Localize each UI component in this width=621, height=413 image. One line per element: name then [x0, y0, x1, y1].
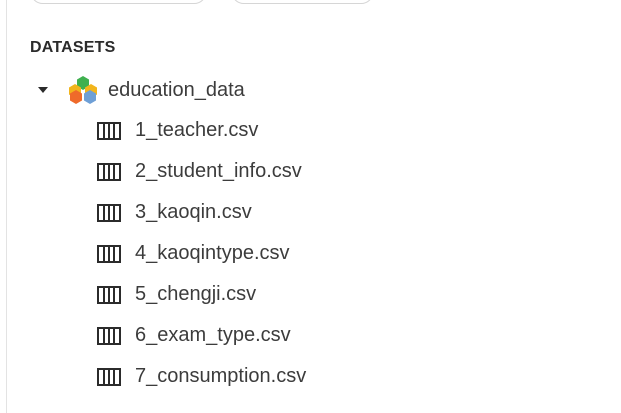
top-tab-pill[interactable] — [231, 0, 374, 4]
file-label: 7_consumption.csv — [135, 365, 307, 387]
file-label: 3_kaoqin.csv — [135, 201, 252, 223]
table-icon — [97, 244, 121, 263]
dataset-name: education_data — [108, 78, 245, 101]
file-item-3[interactable]: 3_kaoqin.csv — [97, 192, 306, 233]
table-icon — [97, 285, 121, 304]
file-list: 1_teacher.csv 2_student_info.csv 3_kaoqi… — [97, 110, 306, 397]
table-icon — [97, 203, 121, 222]
top-tab-pill[interactable] — [30, 0, 207, 4]
file-item-1[interactable]: 1_teacher.csv — [97, 110, 306, 151]
file-item-6[interactable]: 6_exam_type.csv — [97, 315, 306, 356]
file-item-2[interactable]: 2_student_info.csv — [97, 151, 306, 192]
file-item-5[interactable]: 5_chengji.csv — [97, 274, 306, 315]
file-label: 2_student_info.csv — [135, 160, 302, 182]
file-label: 5_chengji.csv — [135, 283, 257, 305]
dataset-row-education-data[interactable]: education_data — [30, 74, 245, 106]
file-label: 6_exam_type.csv — [135, 324, 291, 346]
table-icon — [97, 367, 121, 386]
panel-left-border — [6, 0, 7, 413]
datasets-heading: DATASETS — [30, 39, 116, 56]
file-item-7[interactable]: 7_consumption.csv — [97, 356, 306, 397]
table-icon — [97, 121, 121, 140]
dataset-hexagon-icon — [69, 76, 97, 104]
table-icon — [97, 326, 121, 345]
file-label: 1_teacher.csv — [135, 119, 259, 141]
file-item-4[interactable]: 4_kaoqintype.csv — [97, 233, 306, 274]
file-label: 4_kaoqintype.csv — [135, 242, 290, 264]
caret-down-icon[interactable] — [38, 87, 48, 93]
table-icon — [97, 162, 121, 181]
